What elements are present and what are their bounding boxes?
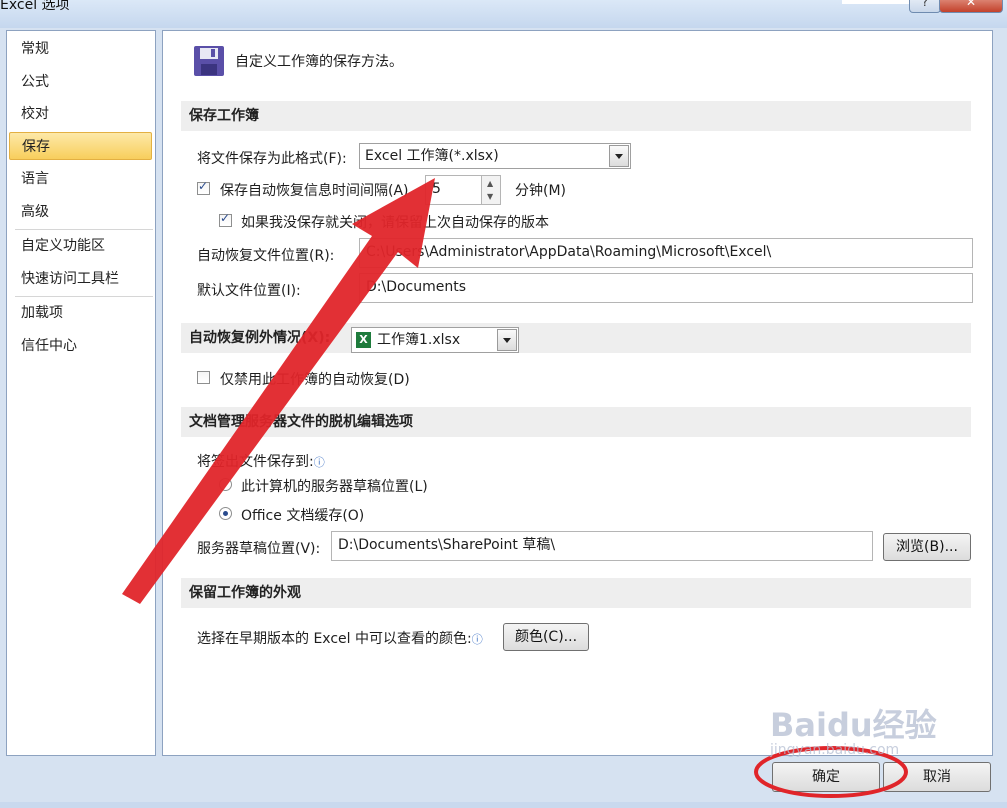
info-icon: ⓘ [471,633,483,646]
drafts-location-label: 服务器草稿位置(V): [197,541,321,557]
default-location-label: 默认文件位置(I): [197,283,301,299]
excel-icon: X [356,332,371,348]
nav-item-customize-ribbon[interactable]: 自定义功能区 [9,232,152,260]
spin-up-icon[interactable]: ▲ [487,179,493,188]
autorecover-minutes-input[interactable]: 5 [425,175,483,205]
autorecover-label: 保存自动恢复信息时间间隔(A) [220,183,409,199]
minimize-button[interactable]: ? [909,0,941,13]
colors-label: 选择在早期版本的 Excel 中可以查看的颜色:ⓘ [197,631,483,647]
page-description: 自定义工作簿的保存方法。 [235,54,403,70]
baidu-watermark: Baidu经验 jingyan.baidu.com [770,706,937,758]
ok-button[interactable]: 确定 [772,762,880,792]
nav-item-general[interactable]: 常规 [9,35,152,63]
minutes-label: 分钟(M) [515,183,567,199]
nav-item-proofing[interactable]: 校对 [9,100,152,128]
colors-button[interactable]: 颜色(C)... [503,623,589,651]
nav-item-save[interactable]: 保存 [9,132,152,160]
section-appearance: 保留工作簿的外观 [181,578,971,608]
save-format-dropdown[interactable]: Excel 工作簿(*.xlsx) [359,143,631,169]
autorecover-checkbox[interactable] [197,179,210,195]
disable-autorecover-checkbox[interactable] [197,371,210,384]
save-checkout-label: 将签出文件保存到:ⓘ [197,454,325,470]
chevron-down-icon[interactable] [609,145,629,167]
exception-workbook-dropdown[interactable]: X 工作簿1.xlsx [351,327,519,353]
nav-item-quick-access[interactable]: 快速访问工具栏 [9,265,152,293]
nav-separator [15,296,153,297]
close-button[interactable]: ✕ [939,0,1003,13]
office-cache-label: Office 文档缓存(O) [241,508,365,524]
options-content: 自定义工作簿的保存方法。 保存工作簿 将文件保存为此格式(F): Excel 工… [162,30,993,756]
chevron-down-icon[interactable] [497,329,517,351]
section-offline-editing: 文档管理服务器文件的脱机编辑选项 [181,407,971,437]
nav-item-trust-center[interactable]: 信任中心 [9,332,152,360]
autorecover-location-input[interactable]: C:\Users\Administrator\AppData\Roaming\M… [359,238,973,268]
cancel-button[interactable]: 取消 [883,762,991,792]
save-format-label: 将文件保存为此格式(F): [197,151,347,167]
autorecover-location-label: 自动恢复文件位置(R): [197,248,335,264]
window-title: Excel 选项 [0,0,70,13]
options-nav: 常规 公式 校对 保存 语言 高级 自定义功能区 快速访问工具栏 加载项 信任中… [6,30,156,756]
server-drafts-label: 此计算机的服务器草稿位置(L) [241,479,428,495]
nav-item-addins[interactable]: 加载项 [9,299,152,327]
info-icon: ⓘ [313,456,325,469]
drafts-location-input[interactable]: D:\Documents\SharePoint 草稿\ [331,531,873,561]
server-drafts-radio[interactable] [219,478,232,491]
default-location-input[interactable]: D:\Documents [359,273,973,303]
browse-button[interactable]: 浏览(B)... [883,533,971,561]
floppy-disk-icon [194,46,224,76]
section-save-workbook: 保存工作簿 [181,101,971,131]
nav-separator [15,229,153,230]
nav-item-advanced[interactable]: 高级 [9,198,152,226]
autorecover-minutes-spinner[interactable]: ▲ ▼ [481,175,501,205]
window-bottom-edge [0,802,1007,808]
title-bar: Excel 选项 ? ✕ [0,0,1007,28]
keep-last-version-label: 如果我没保存就关闭，请保留上次自动保存的版本 [241,215,549,231]
disable-autorecover-label: 仅禁用此工作簿的自动恢复(D) [220,372,410,388]
office-cache-radio[interactable] [219,507,232,520]
section-autorecover-exceptions: 自动恢复例外情况(X): [181,323,345,353]
nav-item-formulas[interactable]: 公式 [9,68,152,96]
keep-last-version-checkbox[interactable] [219,211,232,227]
spin-down-icon[interactable]: ▼ [487,192,493,201]
nav-item-language[interactable]: 语言 [9,165,152,193]
